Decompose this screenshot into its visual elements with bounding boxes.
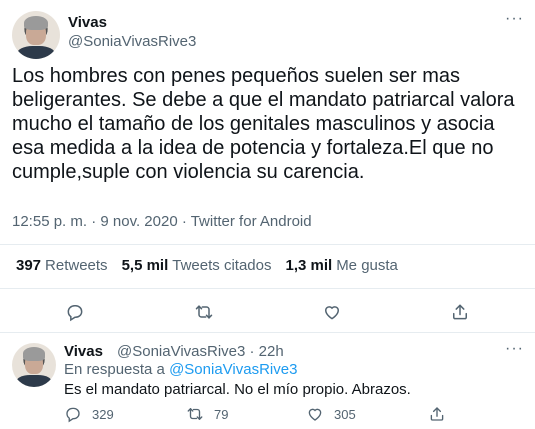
reply-icon (66, 407, 80, 423)
reply-share-button[interactable] (428, 405, 446, 423)
tweet-stats: 397 Retweets 5,5 mil Tweets citados 1,3 mi… (16, 257, 398, 274)
reply-retweet-button[interactable]: 79 (186, 405, 228, 423)
more-icon[interactable]: ··· (505, 10, 524, 28)
quotes-stat[interactable]: 5,5 mil Tweets citados (122, 257, 272, 274)
avatar[interactable] (12, 11, 60, 59)
like-icon[interactable] (321, 301, 343, 323)
retweet-count: 79 (214, 406, 229, 422)
share-icon (430, 407, 444, 421)
reply-like-button[interactable]: 305 (306, 405, 356, 423)
retweets-stat[interactable]: 397 Retweets (16, 257, 108, 274)
tweet-text: Los hombres con penes pequeños suelen se… (12, 65, 515, 183)
divider (0, 288, 535, 289)
author-handle[interactable]: @SoniaVivasRive3 (68, 33, 196, 50)
likes-stat[interactable]: 1,3 mil Me gusta (285, 257, 397, 274)
reply-count: 329 (92, 406, 114, 422)
like-icon (308, 408, 322, 421)
reply-text: Es el mandato patriarcal. No el mío prop… (64, 381, 411, 398)
reply-reply-button[interactable]: 329 (64, 405, 114, 423)
replying-to-link[interactable]: @SoniaVivasRive3 (169, 361, 297, 378)
more-icon[interactable]: ··· (505, 340, 524, 358)
share-icon[interactable] (449, 301, 471, 323)
divider (0, 244, 535, 245)
author-name[interactable]: Vivas (68, 14, 107, 31)
replying-to-line: En respuesta a @SoniaVivasRive3 (64, 361, 298, 378)
reply-author-name[interactable]: Vivas (64, 343, 103, 360)
retweet-icon (187, 408, 203, 420)
tweet-meta[interactable]: 12:55 p. m. · 9 nov. 2020 · Twitter for … (12, 213, 312, 230)
retweet-icon[interactable] (193, 301, 215, 323)
reply-icon[interactable] (64, 301, 86, 323)
avatar[interactable] (12, 343, 56, 387)
like-count: 305 (334, 406, 356, 422)
divider (0, 332, 535, 333)
reply-author-handle[interactable]: @SoniaVivasRive3 · 22h (117, 343, 284, 360)
